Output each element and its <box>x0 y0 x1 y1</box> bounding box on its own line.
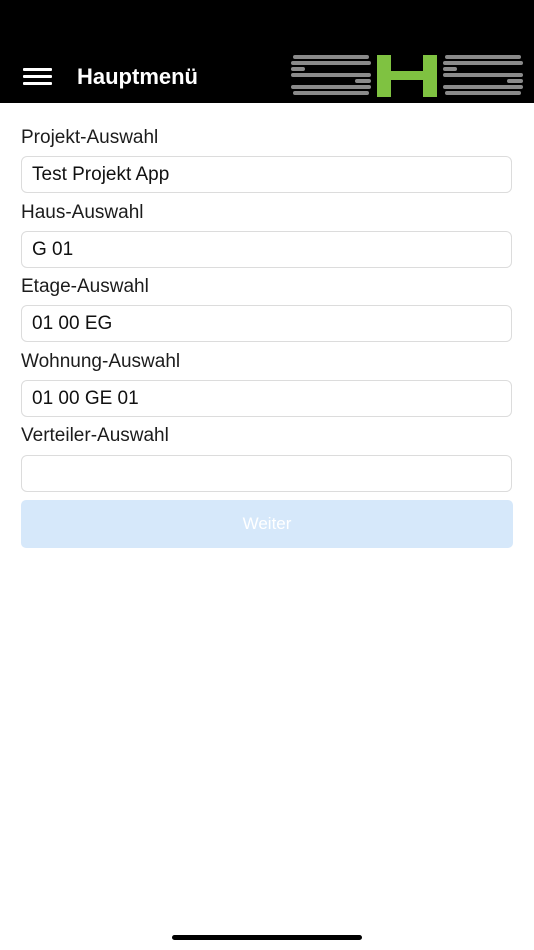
shs-logo <box>291 55 523 97</box>
apartment-select-label: Wohnung-Auswahl <box>21 351 181 372</box>
house-select-field[interactable] <box>21 231 512 268</box>
project-select-field[interactable] <box>21 156 512 193</box>
apartment-select-field[interactable] <box>21 380 512 417</box>
floor-select-label: Etage-Auswahl <box>21 276 149 297</box>
home-indicator <box>172 935 362 940</box>
page-title: Hauptmenü <box>77 64 198 89</box>
hamburger-menu-icon[interactable] <box>23 67 52 87</box>
house-select-label: Haus-Auswahl <box>21 202 144 223</box>
distributor-select-field[interactable] <box>21 455 512 492</box>
app-header: Hauptmenü <box>0 0 534 103</box>
continue-button[interactable]: Weiter <box>21 500 513 548</box>
floor-select-field[interactable] <box>21 305 512 342</box>
project-select-label: Projekt-Auswahl <box>21 127 159 148</box>
distributor-select-label: Verteiler-Auswahl <box>21 425 169 446</box>
